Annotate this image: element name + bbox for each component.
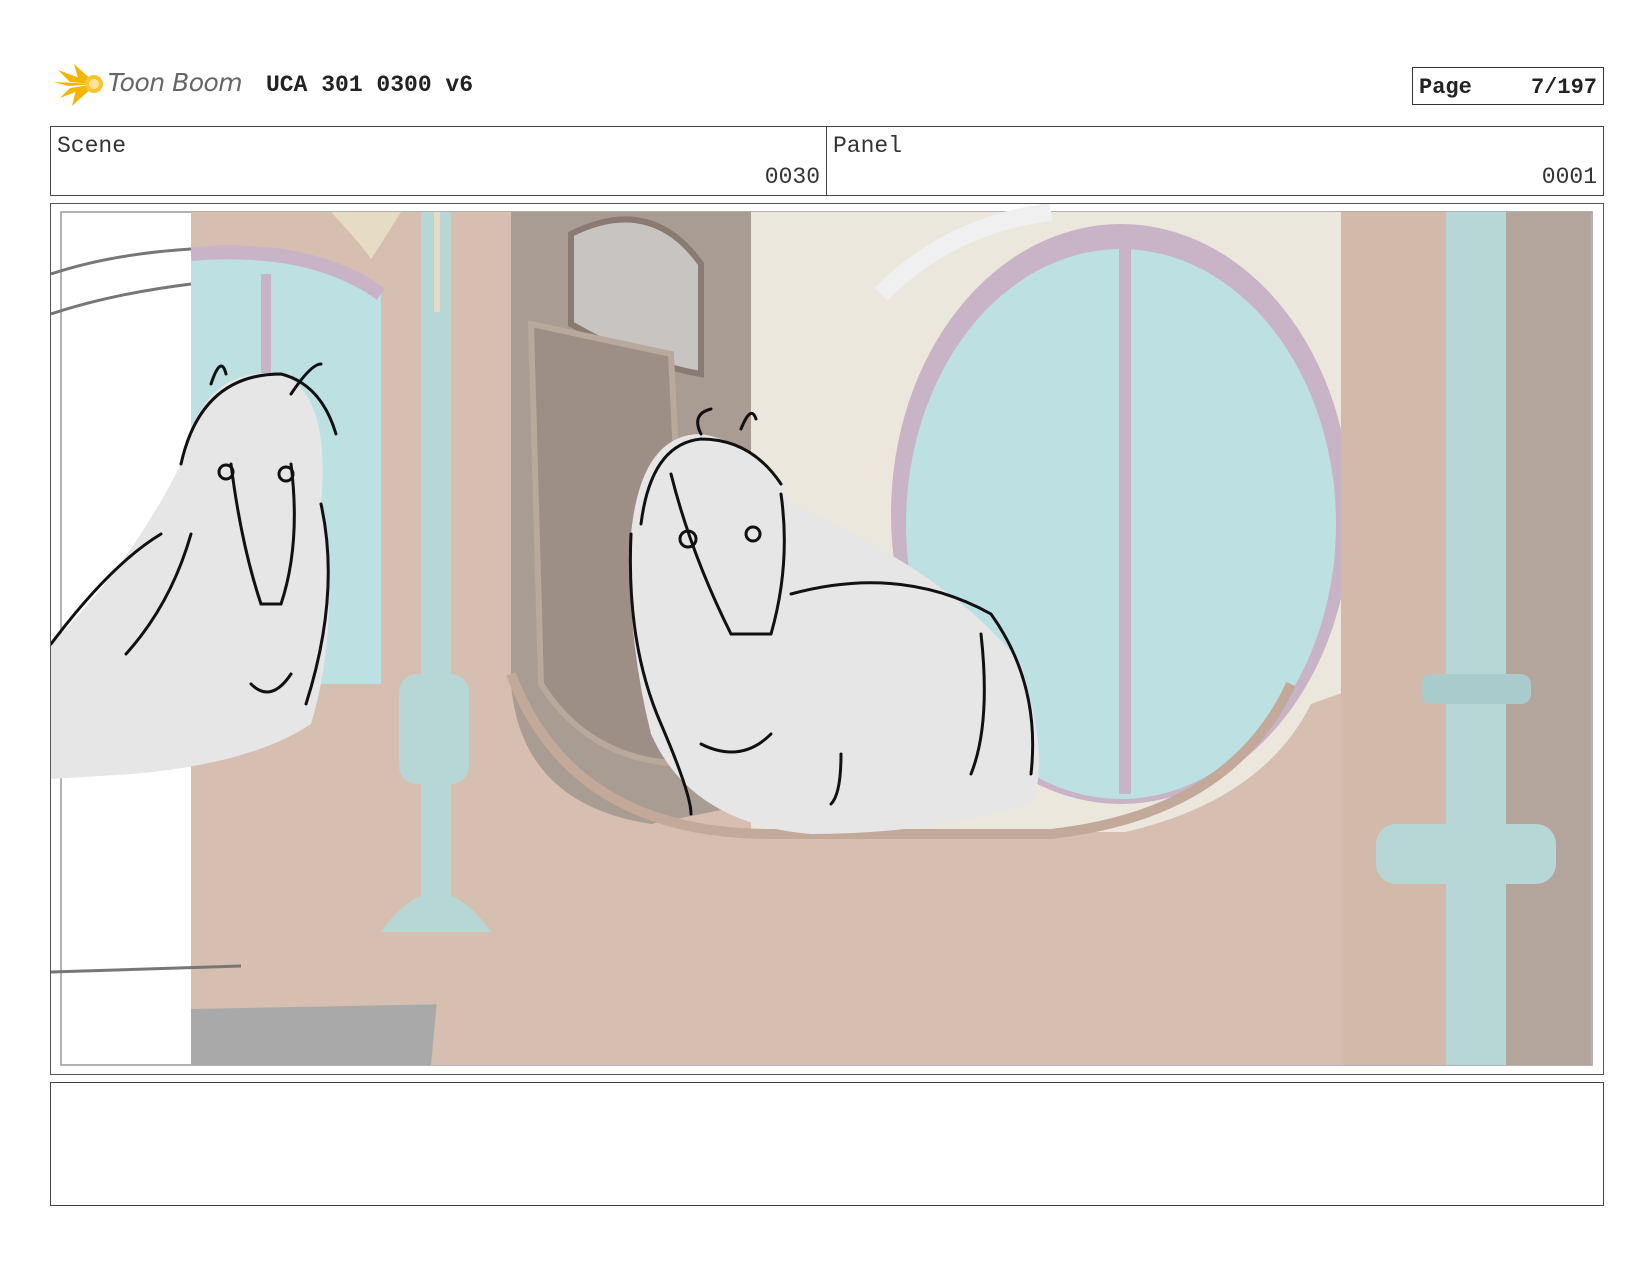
page-header: Toon Boom UCA 301 0300 v6 Page 7/197 [52, 58, 1604, 108]
page-indicator: Page 7/197 [1412, 67, 1604, 105]
storyboard-panel [50, 203, 1604, 1075]
page-label: Page [1419, 75, 1472, 100]
panel-label: Panel [833, 133, 903, 159]
scene-panel-info: Scene 0030 Panel 0001 [50, 126, 1604, 196]
logo-text: Toon Boom [108, 68, 243, 97]
notes-box [50, 1082, 1604, 1206]
document-title: UCA 301 0300 v6 [266, 72, 474, 98]
page-number: 7/197 [1530, 75, 1597, 100]
storyboard-drawing [51, 204, 1593, 1066]
starburst-icon [54, 64, 103, 106]
scene-label: Scene [57, 133, 127, 159]
scene-number: 0030 [764, 164, 820, 190]
panel-number: 0001 [1541, 164, 1597, 190]
toon-boom-logo: Toon Boom [52, 58, 252, 108]
scene-cell: Scene 0030 [51, 127, 827, 195]
panel-cell: Panel 0001 [827, 127, 1603, 195]
